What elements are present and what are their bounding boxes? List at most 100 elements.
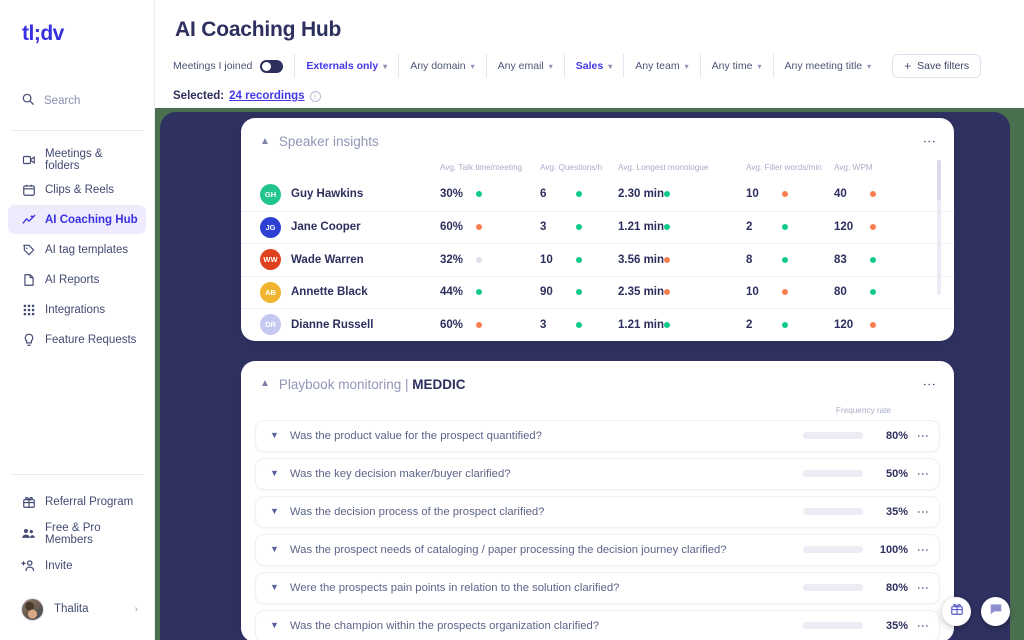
wpm-status-dot (870, 256, 876, 263)
chevron-down-icon[interactable]: ▼ (270, 469, 279, 478)
questions-status-dot (576, 191, 582, 198)
playbook-menu-button[interactable]: ⋮ (921, 378, 938, 391)
chevron-down-icon[interactable]: ▼ (270, 545, 279, 554)
table-row[interactable]: WW Wade Warren 32% 10 3.56 min 8 83 (241, 243, 954, 276)
playbook-row[interactable]: ▼ Was the key decision maker/buyer clari… (255, 457, 940, 490)
questions-value: 10 (540, 253, 553, 266)
sidebar-divider-bottom (10, 474, 144, 475)
frequency-rate-bar (803, 546, 863, 553)
playbook-row[interactable]: ▼ Was the champion within the prospects … (255, 609, 940, 640)
speaker-insights-menu-button[interactable]: ⋮ (921, 135, 938, 148)
playbook-row[interactable]: ▼ Was the product value for the prospect… (255, 419, 940, 452)
chevron-right-icon[interactable]: › (135, 604, 138, 615)
playbook-row-menu-button[interactable]: ⋮ (916, 430, 930, 442)
sidebar-item-invite[interactable]: Invite (8, 551, 146, 580)
gift-icon (950, 602, 964, 621)
chevron-up-icon[interactable]: ▲ (260, 136, 270, 147)
chevron-down-icon[interactable]: ▼ (270, 507, 279, 516)
filter-sales[interactable]: Sales ▾ (565, 54, 625, 78)
playbook-question: Was the champion within the prospects or… (289, 619, 600, 632)
playbook-header: ▲ Playbook monitoring | MEDDIC ⋮ (241, 361, 954, 392)
sidebar-item-clips-reels[interactable]: Clips & Reels (8, 175, 146, 204)
table-row[interactable]: GH Guy Hawkins 30% 6 2.30 min 10 40 (241, 178, 954, 211)
talk-time-value-cell: 30% (440, 188, 540, 200)
filler-words-status-dot (782, 321, 788, 328)
frequency-rate-percent: 80% (885, 429, 908, 442)
chevron-up-icon[interactable]: ▲ (260, 379, 270, 389)
questions-value-cell: 10 (540, 254, 618, 266)
sidebar-item-integrations[interactable]: Integrations (8, 295, 146, 324)
frequency-rate-bar (803, 432, 863, 439)
playbook-legend: Frequency rate (835, 405, 891, 415)
filter-any-domain[interactable]: Any domain ▾ (399, 54, 487, 78)
filter-any-team[interactable]: Any team ▾ (624, 54, 701, 78)
talk-time-status-dot (476, 289, 482, 296)
playbook-row-menu-button[interactable]: ⋮ (916, 620, 930, 632)
wpm-value: 80 (834, 286, 847, 299)
sidebar-item-meetings-folders[interactable]: Meetings & folders (8, 145, 146, 174)
selected-recordings-link[interactable]: 24 recordings (229, 90, 304, 102)
questions-value: 3 (540, 318, 547, 331)
wpm-value-cell: 120 (834, 221, 894, 233)
sidebar-item-label: Integrations (45, 303, 106, 316)
avatar: GH (260, 183, 281, 205)
sidebar-item-label: Feature Requests (45, 333, 137, 346)
playbook-row[interactable]: ▼ Were the prospects pain points in rela… (255, 571, 940, 604)
chevron-down-icon[interactable]: ▼ (270, 621, 279, 630)
chevron-down-icon: ▾ (684, 61, 689, 71)
playbook-row[interactable]: ▼ Was the decision process of the prospe… (255, 495, 940, 528)
filter-externals-only[interactable]: Externals only ▾ (295, 54, 400, 78)
playbook-question: Was the decision process of the prospect… (289, 505, 545, 518)
sidebar-bottom-nav: Referral Program Free & Pro Members Invi… (0, 487, 154, 580)
page-title: AI Coaching Hub (175, 18, 342, 41)
sidebar-item-referral-program[interactable]: Referral Program (8, 487, 146, 516)
speaker-insights-title: Speaker insights (278, 134, 379, 149)
sidebar-item-ai-coaching-hub[interactable]: AI Coaching Hub (8, 205, 146, 234)
chevron-down-icon[interactable]: ▼ (270, 431, 279, 440)
sidebar-item-label: AI Reports (45, 273, 100, 286)
filter-any-meeting-title[interactable]: Any meeting title ▾ (774, 54, 883, 78)
playbook-row-menu-button[interactable]: ⋮ (916, 506, 930, 518)
avatar: DR (260, 314, 281, 336)
gift-fab-button[interactable] (942, 597, 971, 626)
save-filters-button[interactable]: + Save filters (892, 54, 982, 78)
avatar: AB (260, 281, 281, 303)
playbook-title: Playbook monitoring | MEDDIC (279, 377, 466, 392)
app-logo[interactable]: tl;dv (22, 22, 154, 46)
table-row[interactable]: DR Dianne Russell 60% 3 1.21 min 2 120 (241, 308, 954, 341)
chevron-down-icon: ▾ (757, 61, 762, 71)
sidebar-item-ai-reports[interactable]: AI Reports (8, 265, 146, 294)
filter-any-email[interactable]: Any email ▾ (487, 54, 565, 78)
chat-fab-button[interactable] (981, 597, 1010, 626)
filter-meetings-i-joined[interactable]: Meetings I joined (173, 54, 296, 78)
chevron-down-icon: ▾ (383, 61, 388, 71)
sidebar-item-label: Meetings & folders (45, 147, 103, 172)
chevron-down-icon[interactable]: ▼ (270, 583, 279, 592)
questions-status-dot (576, 256, 582, 263)
sidebar-item-ai-tag-templates[interactable]: AI tag templates (8, 235, 146, 264)
search-button[interactable]: Search (0, 84, 154, 118)
playbook-row[interactable]: ▼ Was the prospect needs of cataloging /… (255, 533, 940, 566)
speaker-table-scrollbar[interactable] (937, 160, 941, 295)
playbook-row-menu-button[interactable]: ⋮ (916, 544, 930, 556)
filler-words-value-cell: 8 (746, 254, 834, 266)
sidebar-item-free-pro-members[interactable]: Free & Pro Members (8, 519, 146, 548)
user-account-row[interactable]: Thalita › (8, 588, 146, 630)
sidebar-item-label: Free & Pro Members (45, 521, 101, 546)
info-icon[interactable]: i (309, 90, 321, 102)
cards-scroll-area[interactable]: ▲ Speaker insights ⋮ Avg. Talk time/meet… (155, 108, 1024, 640)
sidebar-item-feature-requests[interactable]: Feature Requests (8, 325, 146, 354)
table-row[interactable]: AB Annette Black 44% 90 2.35 min 10 80 (241, 275, 954, 309)
playbook-question: Was the prospect needs of cataloging / p… (289, 543, 727, 556)
playbook-row-menu-button[interactable]: ⋮ (916, 468, 930, 480)
monologue-value: 1.21 min (618, 318, 665, 331)
frequency-rate-bar (803, 470, 863, 477)
filter-any-time[interactable]: Any time ▾ (701, 54, 774, 78)
filter-bar: Meetings I joined Externals only ▾ Any d… (173, 54, 1024, 78)
playbook-row-menu-button[interactable]: ⋮ (916, 582, 930, 594)
speaker-name: Annette Black (291, 286, 368, 299)
playbook-title-separator: | (405, 376, 409, 392)
table-row[interactable]: JG Jane Cooper 60% 3 1.21 min 2 120 (241, 210, 954, 244)
speaker-insights-card: ▲ Speaker insights ⋮ Avg. Talk time/meet… (241, 118, 954, 341)
meetings-i-joined-toggle[interactable] (260, 59, 284, 73)
